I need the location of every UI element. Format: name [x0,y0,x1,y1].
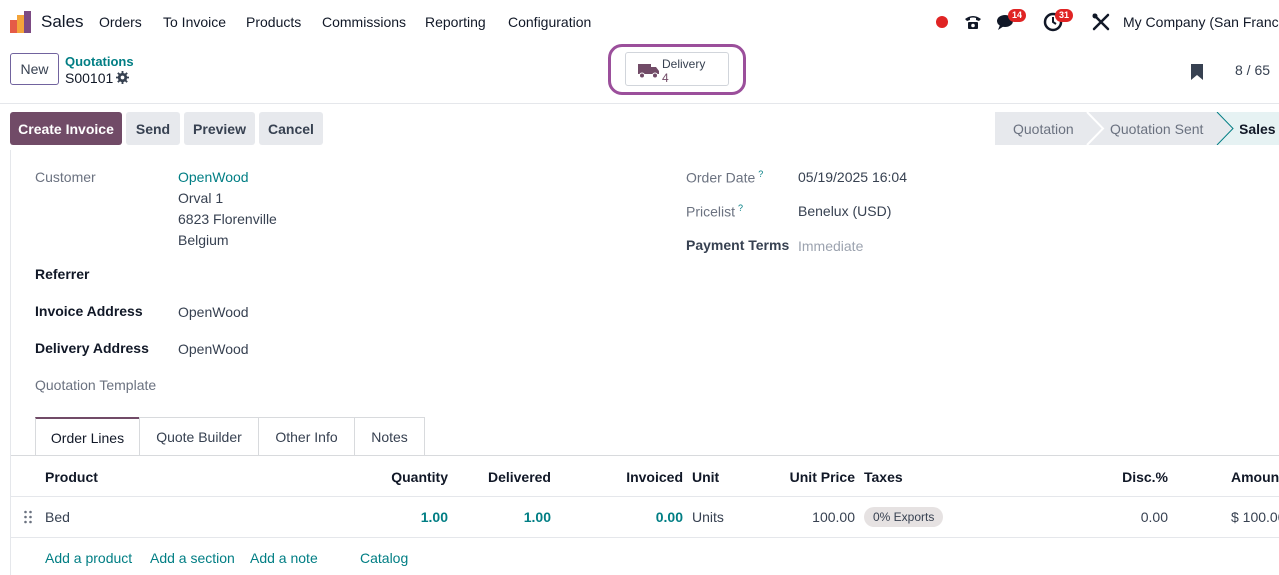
delivery-smart-button[interactable]: Delivery 4 [625,52,729,86]
menu-orders[interactable]: Orders [99,14,142,30]
status-label: Sales Order [1239,120,1279,137]
add-product-link[interactable]: Add a product [45,550,132,566]
address-line: Belgium [178,232,229,248]
payment-terms-label: Payment Terms [686,237,790,253]
bookmark-icon[interactable] [1190,63,1204,81]
pager-value[interactable]: 8 / 65 [1235,62,1270,78]
cell-unit[interactable]: Units [692,509,724,525]
menu-to-invoice[interactable]: To Invoice [163,14,226,30]
column-unit[interactable]: Unit [692,469,719,485]
activities-badge: 31 [1055,9,1074,22]
phone-icon[interactable] [962,11,984,33]
order-date-field[interactable]: 05/19/2025 16:04 [798,169,907,185]
referrer-label: Referrer [35,266,90,282]
cell-delivered[interactable]: 1.00 [524,509,551,525]
menu-commissions[interactable]: Commissions [322,14,406,30]
column-quantity[interactable]: Quantity [391,469,448,485]
add-section-link[interactable]: Add a section [150,550,235,566]
cell-amount: $ 100.00 [1231,509,1279,525]
menu-configuration[interactable]: Configuration [508,14,591,30]
address-line: 6823 Florenville [178,211,277,227]
help-icon[interactable]: ? [758,169,763,179]
truck-icon [638,64,659,79]
breadcrumb-quotations[interactable]: Quotations [65,54,134,69]
tab-quote-builder[interactable]: Quote Builder [139,417,259,456]
tab-order-lines[interactable]: Order Lines [35,417,140,456]
row-divider [11,537,1279,538]
preview-button[interactable]: Preview [184,112,255,145]
invoice-address-field[interactable]: OpenWood [178,304,249,320]
help-icon[interactable]: ? [738,203,743,213]
table-row[interactable] [11,497,1279,537]
column-product[interactable]: Product [45,469,98,485]
address-line: Orval 1 [178,190,224,206]
customer-field[interactable]: OpenWood [178,169,249,185]
referrer-field[interactable] [178,262,618,286]
column-taxes[interactable]: Taxes [864,469,903,485]
top-navbar: Sales Orders To Invoice Products Commiss… [0,0,1279,44]
gear-icon[interactable] [116,71,129,84]
tab-other-info[interactable]: Other Info [258,417,355,456]
quotation-template-label: Quotation Template [35,377,157,393]
status-chevron-icon [1086,112,1105,145]
send-button[interactable]: Send [126,112,180,145]
pricelist-label: Pricelist? [686,203,743,220]
tab-notes[interactable]: Notes [354,417,425,456]
cell-product[interactable]: Bed [45,509,70,525]
activities-button[interactable]: 31 [1043,9,1074,33]
add-note-link[interactable]: Add a note [250,550,318,566]
drag-handle-icon[interactable] [23,510,33,524]
column-unit-price[interactable]: Unit Price [790,469,855,485]
create-invoice-button[interactable]: Create Invoice [10,112,122,145]
invoice-address-label: Invoice Address [35,303,143,319]
menu-products[interactable]: Products [246,14,301,30]
smart-button-label: Delivery [662,57,706,71]
order-date-label-text: Order Date [686,169,756,186]
status-label: Quotation [1013,120,1074,137]
record-name: S00101 [65,70,114,86]
status-quotation[interactable]: Quotation [995,112,1087,145]
cell-discount[interactable]: 0.00 [1141,509,1168,525]
delivery-address-field[interactable]: OpenWood [178,341,249,357]
column-amount[interactable]: Amount [1231,469,1279,485]
smart-button-value: 4 [662,71,669,85]
new-button[interactable]: New [10,53,59,85]
sales-app-icon[interactable] [10,11,32,33]
catalog-link[interactable]: Catalog [360,550,408,566]
column-discount[interactable]: Disc.% [1122,469,1168,485]
status-indicator-icon[interactable] [936,16,948,28]
order-date-label: Order Date? [686,169,763,186]
tax-tag[interactable]: 0% Exports [864,507,944,527]
cell-invoiced[interactable]: 0.00 [656,509,683,525]
app-name[interactable]: Sales [41,12,84,32]
cell-quantity[interactable]: 1.00 [421,509,448,525]
status-chevron-icon [1208,112,1240,145]
messages-button[interactable]: 14 [996,9,1027,33]
divider [0,103,1279,104]
quotation-template-field[interactable] [178,373,618,397]
menu-reporting[interactable]: Reporting [425,14,486,30]
customer-label: Customer [35,169,96,185]
payment-terms-field[interactable]: Immediate [798,238,863,254]
cell-unit-price[interactable]: 100.00 [812,509,855,525]
tools-icon[interactable] [1090,11,1112,33]
delivery-address-label: Delivery Address [35,340,149,356]
tabs-divider [11,455,1279,456]
messages-badge: 14 [1008,9,1027,22]
column-delivered[interactable]: Delivered [488,469,551,485]
status-label: Quotation Sent [1110,120,1204,137]
cancel-button[interactable]: Cancel [259,112,323,145]
pricelist-label-text: Pricelist [686,203,736,220]
company-switcher[interactable]: My Company (San Francisco) [1123,14,1279,30]
pricelist-field[interactable]: Benelux (USD) [798,203,891,219]
column-invoiced[interactable]: Invoiced [626,469,683,485]
